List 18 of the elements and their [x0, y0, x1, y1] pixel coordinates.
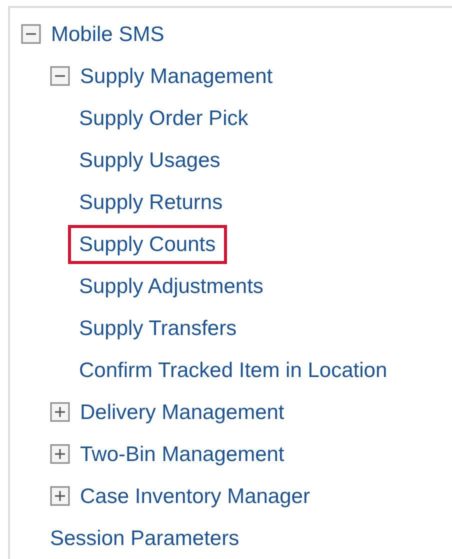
tree-item-link[interactable]: Supply Adjustments	[68, 266, 274, 306]
tree-item-link[interactable]: Supply Transfers	[68, 308, 248, 348]
tree-item-link[interactable]: Session Parameters	[39, 518, 250, 558]
tree-item-link[interactable]: Supply Order Pick	[68, 98, 260, 138]
tree-item-link[interactable]: Confirm Tracked Item in Location	[68, 350, 398, 390]
tree-item-link[interactable]: Supply Counts	[68, 224, 227, 264]
tree-item-link[interactable]: Supply Returns	[68, 182, 234, 222]
tree-item-link[interactable]: Mobile SMS	[40, 14, 176, 54]
tree-item-link[interactable]: Case Inventory Manager	[69, 476, 321, 516]
tree-item-link[interactable]: Supply Usages	[68, 140, 232, 180]
collapse-icon[interactable]	[21, 24, 41, 44]
tree-item-link[interactable]: Delivery Management	[69, 392, 296, 432]
expand-icon[interactable]	[50, 402, 70, 422]
expand-icon[interactable]	[50, 444, 70, 464]
tree-item-link[interactable]: Two-Bin Management	[69, 434, 296, 474]
collapse-icon[interactable]	[50, 66, 70, 86]
tree-item-link[interactable]: Supply Management	[69, 56, 284, 96]
expand-icon[interactable]	[50, 486, 70, 506]
